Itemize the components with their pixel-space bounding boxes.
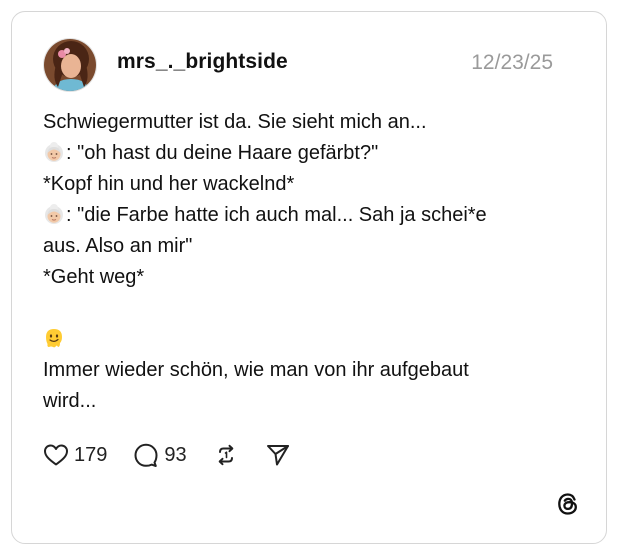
repost-button[interactable] [213,442,239,468]
post-line: Immer wieder schön, wie man von ihr aufg… [43,359,469,381]
older-woman-emoji-icon [43,141,65,163]
post-line-quote-1: : "oh hast du deine Haare gefärbt?" [43,138,583,169]
quote-1-text: : "oh hast du deine Haare gefärbt?" [66,142,379,164]
share-button[interactable] [265,442,291,468]
avatar-photo-icon [44,39,96,91]
post-line-quote-2: : "die Farbe hatte ich auch mal... Sah j… [43,200,583,231]
comment-count: 93 [164,443,187,466]
post-line: Schwiegermutter ist da. Sie sieht mich a… [43,111,427,133]
post-body: Schwiegermutter ist da. Sie sieht mich a… [43,107,583,417]
quote-2-text: : "die Farbe hatte ich auch mal... Sah j… [66,204,487,226]
post-line-emoji [43,324,583,355]
avatar[interactable] [43,38,97,92]
username[interactable]: mrs_._brightside [117,50,288,74]
post-card: mrs_._brightside 12/23/25 Schwiegermutte… [11,11,607,544]
heart-icon [44,444,68,466]
comment-button[interactable]: 93 [133,442,187,468]
like-button[interactable]: 179 [43,443,107,467]
post-line: *Geht weg* [43,266,145,288]
send-icon [266,445,289,466]
post-line: *Kopf hin und her wackelnd* [43,173,295,195]
like-count: 179 [74,443,108,466]
comment-bubble-icon [134,443,158,467]
older-woman-emoji-icon [43,203,65,225]
repost-icon [218,444,233,466]
threads-logo-icon[interactable] [555,491,581,517]
post-line: aus. Also an mir" [43,235,193,257]
post-line: wird... [43,390,97,412]
melting-face-emoji-icon [43,327,65,349]
post-date: 12/23/25 [471,51,553,74]
action-bar: 179 93 [43,441,317,469]
